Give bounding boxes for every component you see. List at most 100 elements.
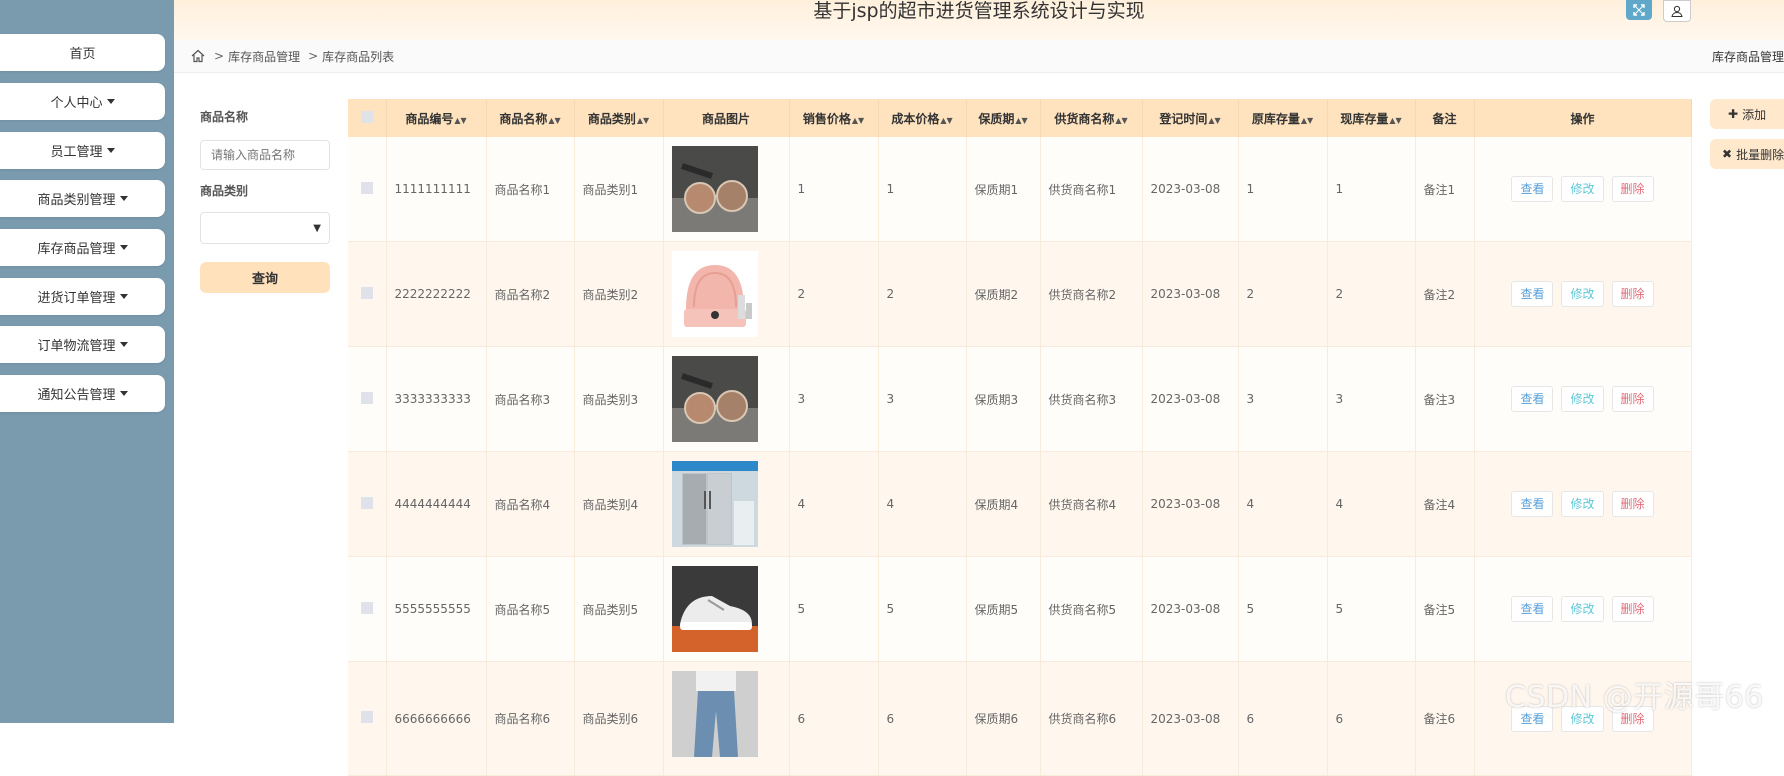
- view-button[interactable]: 查看: [1511, 491, 1554, 517]
- table-body: 1111111111 商品名称1 商品类别1 1 1 保质期1 供货商名称1 2023-03-…: [348, 137, 1692, 776]
- col-header-label: 保质期: [978, 111, 1015, 126]
- cell-orig-stock: 3: [1238, 346, 1328, 452]
- cell-cost-price: 3: [878, 346, 967, 452]
- cell-name: 商品名称1: [486, 137, 575, 242]
- col-header-orig-stock[interactable]: 原库存量▲▼: [1238, 99, 1328, 137]
- breadcrumb: > 库存商品管理 > 库存商品列表 库存商品管理: [174, 40, 1784, 73]
- product-image-cosmetics[interactable]: [671, 251, 758, 337]
- sidebar: 首页 个人中心 员工管理 商品类别管理 库存商品管理 进货订单管理 订单物流管理…: [0, 0, 174, 723]
- edit-button[interactable]: 修改: [1561, 281, 1604, 307]
- col-header-curr-stock[interactable]: 现库存量▲▼: [1327, 99, 1416, 137]
- product-image-sunglasses[interactable]: [671, 146, 758, 232]
- product-name-input[interactable]: [200, 140, 330, 170]
- home-icon[interactable]: [190, 48, 206, 64]
- col-header-label: 登记时间: [1159, 111, 1208, 126]
- col-header-cost-price[interactable]: 成本价格▲▼: [878, 99, 967, 137]
- row-checkbox[interactable]: [360, 496, 373, 509]
- view-button[interactable]: 查看: [1511, 176, 1554, 202]
- view-button[interactable]: 查看: [1511, 281, 1554, 307]
- row-checkbox[interactable]: [360, 391, 373, 404]
- row-select-cell: [348, 451, 387, 557]
- col-header-label: 销售价格: [802, 111, 851, 126]
- cell-sale-price: 1: [789, 137, 879, 242]
- row-checkbox[interactable]: [360, 601, 373, 614]
- delete-button[interactable]: 删除: [1611, 281, 1654, 307]
- sidebar-item-label: 通知公告管理: [37, 388, 116, 403]
- row-checkbox[interactable]: [360, 711, 373, 723]
- table-row: 5555555555 商品名称5 商品类别5 5 5 保质期5 供货商名称5 2023-03-…: [348, 556, 1692, 662]
- product-image-jeans[interactable]: [671, 671, 758, 757]
- delete-button[interactable]: 删除: [1611, 386, 1654, 412]
- col-header-supplier[interactable]: 供货商名称▲▼: [1040, 99, 1143, 137]
- user-button[interactable]: [1663, 0, 1691, 22]
- product-image-sneaker[interactable]: [671, 566, 758, 652]
- col-header-shelf-life[interactable]: 保质期▲▼: [966, 99, 1041, 137]
- batch-delete-button[interactable]: ✖ 批量删除: [1710, 139, 1784, 169]
- cell-note: 备注1: [1415, 137, 1475, 242]
- breadcrumb-right-title: 库存商品管理: [1711, 50, 1784, 64]
- cell-shelf-life: 保质期2: [966, 241, 1041, 347]
- row-checkbox[interactable]: [360, 181, 373, 194]
- col-header-label: 商品类别: [587, 111, 636, 126]
- product-category-select[interactable]: ▼: [200, 212, 330, 244]
- cell-actions: 查看 修改 删除: [1474, 137, 1692, 242]
- chevron-down-icon: ▼: [313, 223, 321, 234]
- breadcrumb-item-inventory[interactable]: 库存商品管理: [228, 48, 300, 65]
- sidebar-item-inventory[interactable]: 库存商品管理: [0, 229, 165, 266]
- col-header-category[interactable]: 商品类别▲▼: [574, 99, 664, 137]
- add-button[interactable]: ✚ 添加: [1710, 99, 1784, 129]
- cell-supplier: 供货商名称6: [1040, 661, 1143, 776]
- cell-id: 6666666666: [386, 661, 487, 776]
- product-image-sunglasses[interactable]: [671, 356, 758, 442]
- cell-category: 商品类别2: [574, 241, 664, 347]
- sidebar-item-staff[interactable]: 员工管理: [0, 132, 165, 169]
- cell-note: 备注5: [1415, 556, 1475, 662]
- product-table: 商品编号▲▼ 商品名称▲▼ 商品类别▲▼ 商品图片 销售价格▲▼ 成本价格▲▼ …: [348, 99, 1692, 776]
- sidebar-item-notices[interactable]: 通知公告管理: [0, 375, 165, 412]
- cell-category: 商品类别1: [574, 137, 664, 242]
- edit-button[interactable]: 修改: [1561, 596, 1604, 622]
- sidebar-item-logistics[interactable]: 订单物流管理: [0, 326, 165, 363]
- col-header-image: 商品图片: [663, 99, 790, 137]
- product-image-refrigerator[interactable]: [671, 461, 758, 547]
- row-select-cell: [348, 241, 387, 347]
- sidebar-item-category[interactable]: 商品类别管理: [0, 180, 165, 217]
- cell-id: 2222222222: [386, 241, 487, 347]
- table-row: 2222222222 商品名称2 商品类别2 2 2 保质期2 供货商名称2 2023-03-…: [348, 241, 1692, 347]
- view-button[interactable]: 查看: [1511, 596, 1554, 622]
- edit-button[interactable]: 修改: [1561, 491, 1604, 517]
- cell-date: 2023-03-08: [1142, 661, 1239, 776]
- sidebar-item-purchase-orders[interactable]: 进货订单管理: [0, 278, 165, 315]
- col-header-sale-price[interactable]: 销售价格▲▼: [789, 99, 879, 137]
- cell-orig-stock: 2: [1238, 241, 1328, 347]
- view-button[interactable]: 查看: [1511, 386, 1554, 412]
- col-header-date[interactable]: 登记时间▲▼: [1142, 99, 1239, 137]
- col-header-label: 备注: [1432, 111, 1457, 126]
- delete-button[interactable]: 删除: [1611, 176, 1654, 202]
- cell-curr-stock: 4: [1327, 451, 1416, 557]
- cell-note: 备注6: [1415, 661, 1475, 776]
- col-header-label: 原库存量: [1251, 111, 1300, 126]
- sort-icon: ▲▼: [1115, 115, 1128, 125]
- delete-button[interactable]: 删除: [1611, 596, 1654, 622]
- sidebar-item-home[interactable]: 首页: [0, 34, 165, 71]
- edit-button[interactable]: 修改: [1561, 176, 1604, 202]
- cell-curr-stock: 5: [1327, 556, 1416, 662]
- cell-date: 2023-03-08: [1142, 137, 1239, 242]
- col-header-id[interactable]: 商品编号▲▼: [386, 99, 487, 137]
- watermark: CSDN @开源哥66: [1505, 680, 1764, 715]
- edit-button[interactable]: 修改: [1561, 386, 1604, 412]
- sort-icon: ▲▼: [636, 115, 650, 125]
- row-select-cell: [348, 661, 387, 776]
- batch-delete-button-label: 批量删除: [1736, 147, 1784, 162]
- col-header-name[interactable]: 商品名称▲▼: [486, 99, 575, 137]
- delete-button[interactable]: 删除: [1611, 491, 1654, 517]
- cell-actions: 查看 修改 删除: [1474, 241, 1692, 347]
- sidebar-item-personal-center[interactable]: 个人中心: [0, 83, 165, 120]
- row-checkbox[interactable]: [360, 286, 373, 299]
- query-button[interactable]: 查询: [200, 262, 330, 293]
- select-all-checkbox[interactable]: [360, 110, 373, 123]
- fullscreen-button[interactable]: [1626, 0, 1652, 20]
- header: 基于jsp的超市进货管理系统设计与实现: [174, 0, 1784, 40]
- col-header-label: 商品图片: [701, 111, 750, 126]
